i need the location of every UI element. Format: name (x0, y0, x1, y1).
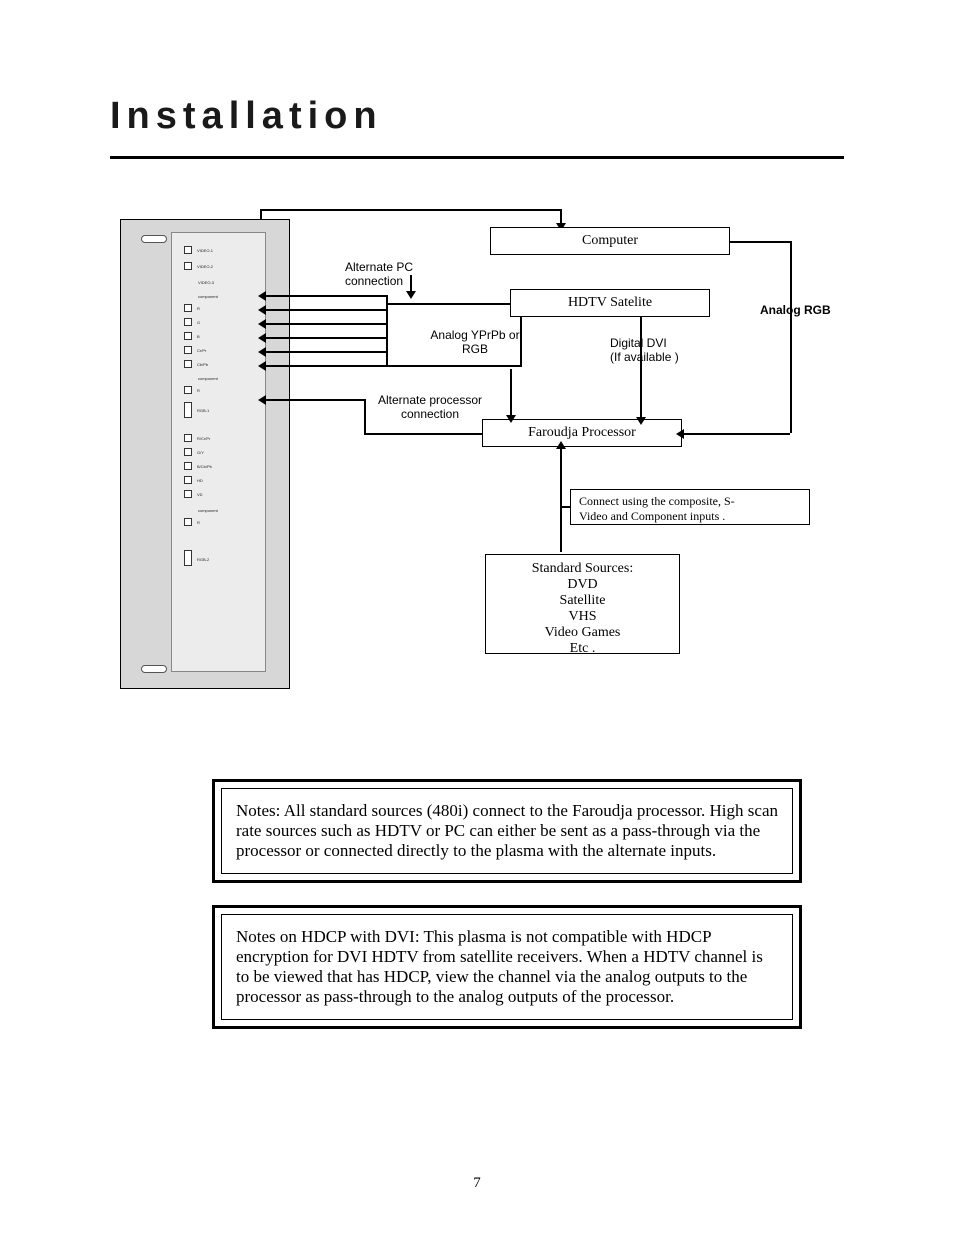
line (386, 365, 520, 367)
arrow-down-icon (510, 369, 512, 415)
notes-box-2: Notes on HDCP with DVI: This plasma is n… (212, 905, 802, 1029)
port-video3: VIDEO-3 (184, 277, 264, 287)
label-analog-rgb: Analog RGB (760, 303, 831, 317)
port-b: B (184, 331, 264, 341)
label-digital-dvi: Digital DVI (If available ) (610, 337, 705, 365)
arrow-left-icon (266, 351, 386, 353)
sources-heading: Standard Sources: (494, 561, 671, 577)
arrow-left-icon (266, 399, 364, 401)
port-component1: component (184, 291, 264, 301)
notes-1-text: Notes: All standard sources (480i) conne… (221, 788, 793, 874)
sources-line: VHS (494, 609, 671, 625)
arrow-left-icon (684, 433, 790, 435)
port-rgb2: RGB-2 (184, 553, 264, 563)
arrow-up-icon (560, 449, 562, 552)
port-rgb1: RGB-1 (184, 405, 264, 415)
connect-note-line2: Video and Component inputs . (579, 509, 801, 524)
connection-diagram: VIDEO-1 VIDEO-2 VIDEO-3 component R G B … (110, 209, 850, 749)
line (364, 433, 482, 435)
node-hdtv: HDTV Satelite (510, 289, 710, 317)
sources-line: Etc . (494, 641, 671, 657)
sources-line: Satellite (494, 593, 671, 609)
panel-inner: VIDEO-1 VIDEO-2 VIDEO-3 component R G B … (171, 232, 266, 672)
port-video1: VIDEO-1 (184, 245, 264, 255)
port-hd: HD (184, 475, 264, 485)
plasma-rear-panel: VIDEO-1 VIDEO-2 VIDEO-3 component R G B … (120, 219, 290, 689)
port-r1: R (184, 303, 264, 313)
sources-line: Video Games (494, 625, 671, 641)
notes-2-text: Notes on HDCP with DVI: This plasma is n… (221, 914, 793, 1020)
panel-top-connector (141, 235, 167, 243)
port-cbpb: Cb/Pb (184, 359, 264, 369)
line (386, 295, 388, 367)
line (730, 241, 790, 243)
arrow-left-icon (266, 337, 386, 339)
port-video2: VIDEO-2 (184, 261, 264, 271)
port-component2: component (184, 373, 264, 383)
arrow-down-icon (410, 275, 412, 291)
line (386, 303, 510, 305)
line (562, 506, 570, 508)
arrow-left-icon (266, 365, 386, 367)
port-r3: R (184, 517, 264, 527)
line (520, 317, 522, 367)
line (260, 209, 560, 211)
notes-box-1: Notes: All standard sources (480i) conne… (212, 779, 802, 883)
connect-note-line1: Connect using the composite, S- (579, 494, 801, 509)
line (790, 241, 792, 433)
title-rule (110, 156, 844, 159)
node-faroudja: Faroudja Processor (482, 419, 682, 447)
arrow-down-icon (640, 317, 642, 417)
page-title: Installation (110, 95, 844, 138)
port-bcbpb: B/Cb/Pb (184, 461, 264, 471)
node-computer: Computer (490, 227, 730, 255)
arrow-left-icon (266, 295, 386, 297)
arrow-down-icon (560, 209, 562, 223)
page-number: 7 (0, 1175, 954, 1192)
arrow-left-icon (266, 309, 386, 311)
label-alt-proc: Alternate processor connection (360, 394, 500, 422)
panel-bottom-connector (141, 665, 167, 673)
port-rcrpr: R/Cr/Pr (184, 433, 264, 443)
port-component3: component (184, 505, 264, 515)
port-crpr: Cr/Pr (184, 345, 264, 355)
label-alt-pc: Alternate PC connection (345, 261, 455, 289)
sources-line: DVD (494, 577, 671, 593)
node-connect-note: Connect using the composite, S- Video an… (570, 489, 810, 525)
arrow-left-icon (266, 323, 386, 325)
port-g: G (184, 317, 264, 327)
port-vd: VD (184, 489, 264, 499)
node-sources: Standard Sources: DVD Satellite VHS Vide… (485, 554, 680, 654)
port-gy: G/Y (184, 447, 264, 457)
port-r2: R (184, 385, 264, 395)
